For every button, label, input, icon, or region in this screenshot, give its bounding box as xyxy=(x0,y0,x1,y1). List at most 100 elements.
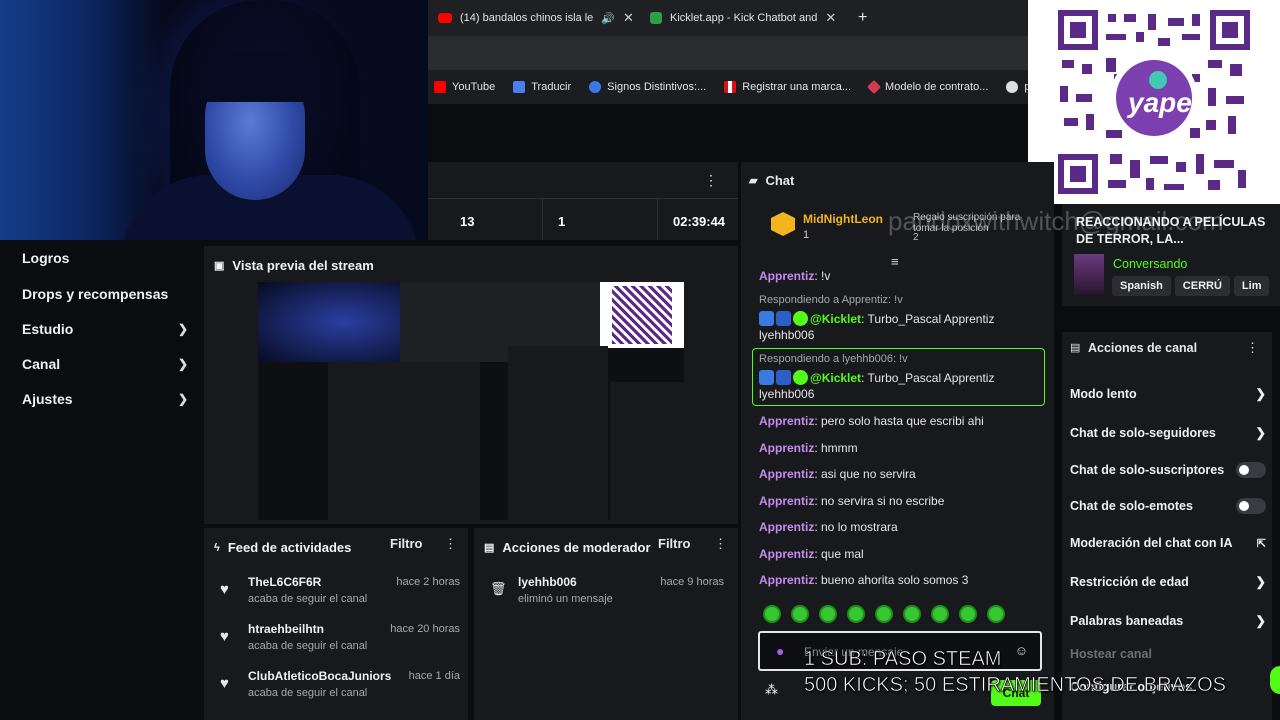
tag[interactable]: Spanish xyxy=(1112,276,1171,296)
chevron-right-icon: ❯ xyxy=(1255,614,1266,628)
browser-tab-youtube[interactable]: (14) bandalos chinos isla le 🔊 ✕ xyxy=(438,6,634,30)
chat-bubble-icon: ▰ xyxy=(749,174,758,187)
bookmark-per1[interactable]: per1 xyxy=(1006,81,1028,93)
sidebar-item-logros[interactable]: Logros xyxy=(22,250,188,266)
yape-logo: yape xyxy=(1126,87,1192,118)
sidebar-item-estudio[interactable]: Estudio ❯ xyxy=(22,321,188,337)
action-ai-moderation[interactable]: Moderación del chat con IA ⇱ xyxy=(1070,536,1266,550)
action-slow-mode[interactable]: Modo lento ❯ xyxy=(1070,386,1266,402)
creator-sidebar xyxy=(0,240,204,720)
panel-header: ϟ Feed de actividades xyxy=(214,540,351,555)
bookmark-traducir[interactable]: Traducir xyxy=(513,81,571,93)
speaker-icon: 🔊 xyxy=(601,12,616,25)
subscribers-only-toggle[interactable] xyxy=(1236,462,1266,478)
emote-icon[interactable] xyxy=(819,605,837,623)
action-banned-words[interactable]: Palabras baneadas ❯ xyxy=(1070,613,1266,629)
emote-icon[interactable] xyxy=(931,605,949,623)
panel-title: Acciones de canal xyxy=(1088,341,1198,355)
mod-icon xyxy=(776,370,791,385)
preview-panel xyxy=(328,362,480,520)
verified-icon xyxy=(793,370,808,385)
chat-message: Apprentiz: asi que no servira xyxy=(759,467,916,481)
chat-message-reply: Respondiendo a Apprentiz: !v @Kicklet: T… xyxy=(759,294,995,342)
bookmark-signos[interactable]: Signos Distintivos:... xyxy=(589,81,706,93)
browser-tab-kicklet[interactable]: Kicklet.app - Kick Chatbot and ✕ xyxy=(650,6,836,30)
tab-label: (14) bandalos chinos isla le xyxy=(460,12,594,24)
new-tab-button[interactable]: + xyxy=(858,6,867,30)
kebab-menu-icon[interactable]: ⋮ xyxy=(704,172,718,189)
webcam-light xyxy=(0,0,160,240)
emoji-icon[interactable]: ☺ xyxy=(1015,643,1028,658)
uptime: 02:39:44 xyxy=(673,214,726,229)
chevron-down-icon: ❯ xyxy=(177,322,188,336)
preview-chat xyxy=(508,346,608,520)
action-subscribers-only: Chat de solo-suscriptores xyxy=(1070,462,1266,478)
globe-icon xyxy=(1006,81,1019,93)
action-age-restriction[interactable]: Restricción de edad ❯ xyxy=(1070,574,1266,590)
preview-qr xyxy=(600,282,684,348)
emote-icon[interactable] xyxy=(847,605,865,623)
emote-icon[interactable] xyxy=(959,605,977,623)
action-emotes-only: Chat de solo-emotes xyxy=(1070,498,1266,514)
settings-icon[interactable]: ⁂ xyxy=(765,682,778,698)
chat-message: Apprentiz: no lo mostrara xyxy=(759,520,898,534)
sidebar-item-drops[interactable]: Drops y recompensas xyxy=(22,286,188,302)
viewer-count: 13 xyxy=(460,214,475,229)
bookmark-modelo[interactable]: Modelo de contrato... xyxy=(866,79,988,95)
stream-preview-video[interactable] xyxy=(258,282,684,520)
divider xyxy=(657,198,658,240)
document-icon: ▤ xyxy=(1070,342,1081,354)
emote-icon[interactable] xyxy=(903,605,921,623)
microphone-icon[interactable]: ● xyxy=(776,643,784,659)
tag[interactable]: CERRÚ xyxy=(1174,276,1230,296)
action-followers-only[interactable]: Chat de solo-seguidores ❯ xyxy=(1070,425,1266,441)
sidebar-item-canal[interactable]: Canal ❯ xyxy=(22,356,188,372)
collapse-icon[interactable]: ≡ xyxy=(891,254,899,269)
chat-panel: ▰ Chat MidNightLeon 1 Regalo suscripción… xyxy=(741,162,1054,720)
kebab-menu-icon[interactable]: ⋮ xyxy=(444,536,457,552)
tag[interactable]: Lim xyxy=(1233,276,1270,296)
panel-title: Acciones de moderador xyxy=(502,540,651,555)
bookmarks-bar: YouTube Traducir Signos Distintivos:... … xyxy=(428,70,1028,104)
overlay-goal-line1: 1 SUB: PASO STEAM xyxy=(804,648,1002,671)
bookmark-registrar[interactable]: Registrar una marca... xyxy=(724,81,851,93)
filter-button[interactable]: Filtro xyxy=(390,536,423,551)
panel-title: Feed de actividades xyxy=(227,540,352,555)
chat-message: Apprentiz: no servira si no escribe xyxy=(759,494,945,508)
heart-icon: ♥ xyxy=(220,628,229,645)
bot-icon xyxy=(759,311,774,326)
emote-bar xyxy=(763,605,1005,623)
chat-message: Apprentiz: hmmm xyxy=(759,441,858,455)
chat-title: Chat xyxy=(765,172,795,188)
kebab-menu-icon[interactable]: ⋮ xyxy=(1246,340,1259,356)
kebab-menu-icon[interactable]: ⋮ xyxy=(714,536,727,552)
emote-icon[interactable] xyxy=(791,605,809,623)
action-host-channel[interactable]: Hostear canal xyxy=(1070,647,1266,661)
external-link-icon: ⇱ xyxy=(1256,537,1266,550)
heart-icon: ♥ xyxy=(220,581,229,598)
panel-title: Vista previa del stream xyxy=(232,258,374,273)
filter-button[interactable]: Filtro xyxy=(658,536,691,551)
bolt-icon: ϟ xyxy=(214,541,220,554)
emotes-only-toggle[interactable] xyxy=(1236,498,1266,514)
overlay-goal-line2: 500 KICKS; 50 ESTIRAMIENTOS DE BRAZOS xyxy=(804,674,1227,697)
bot-icon xyxy=(759,370,774,385)
pinned-username[interactable]: MidNightLeon xyxy=(803,212,883,226)
browser-page-area xyxy=(428,104,1028,162)
panel-header: ▤ Acciones de moderador xyxy=(484,540,651,555)
preview-actions xyxy=(610,382,684,520)
sidebar-item-ajustes[interactable]: Ajustes ❯ xyxy=(22,391,188,407)
youtube-icon xyxy=(434,81,446,93)
close-icon[interactable]: ✕ xyxy=(825,10,836,26)
chevron-down-icon: ❯ xyxy=(177,357,188,371)
emote-icon[interactable] xyxy=(763,605,781,623)
heart-icon: ♥ xyxy=(220,675,229,692)
address-bar[interactable] xyxy=(428,36,1028,70)
category-name[interactable]: Conversando xyxy=(1113,257,1187,271)
follower-count: 1 xyxy=(558,214,566,229)
bookmark-youtube[interactable]: YouTube xyxy=(434,81,495,93)
emote-icon[interactable] xyxy=(987,605,1005,623)
close-icon[interactable]: ✕ xyxy=(623,10,634,26)
category-thumbnail[interactable] xyxy=(1074,254,1104,294)
emote-icon[interactable] xyxy=(875,605,893,623)
